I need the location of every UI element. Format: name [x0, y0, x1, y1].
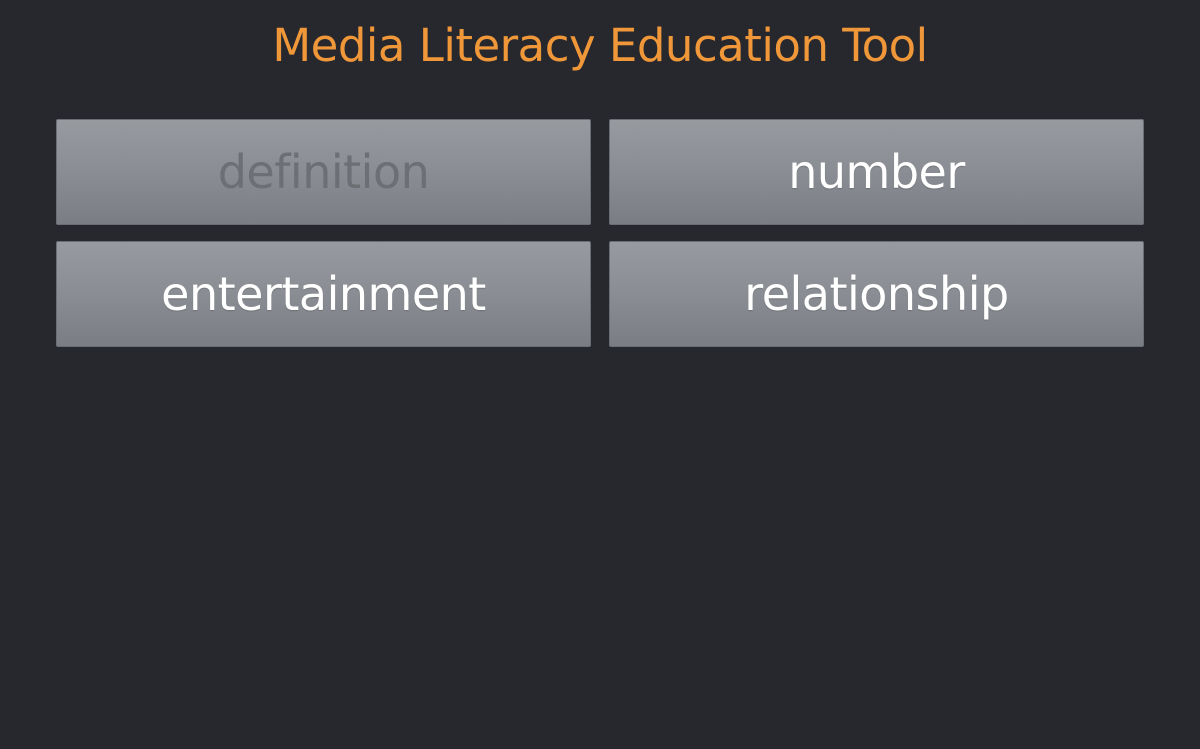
word-label: relationship	[744, 267, 1009, 321]
word-button-number[interactable]: number	[609, 119, 1144, 225]
word-label: number	[788, 145, 965, 199]
word-button-entertainment[interactable]: entertainment	[56, 241, 591, 347]
app-title: Media Literacy Education Tool	[272, 19, 928, 72]
word-label: definition	[217, 145, 430, 199]
word-button-grid: definition number entertainment relation…	[56, 119, 1144, 347]
word-label: entertainment	[161, 267, 486, 321]
word-button-relationship[interactable]: relationship	[609, 241, 1144, 347]
word-button-definition: definition	[56, 119, 591, 225]
